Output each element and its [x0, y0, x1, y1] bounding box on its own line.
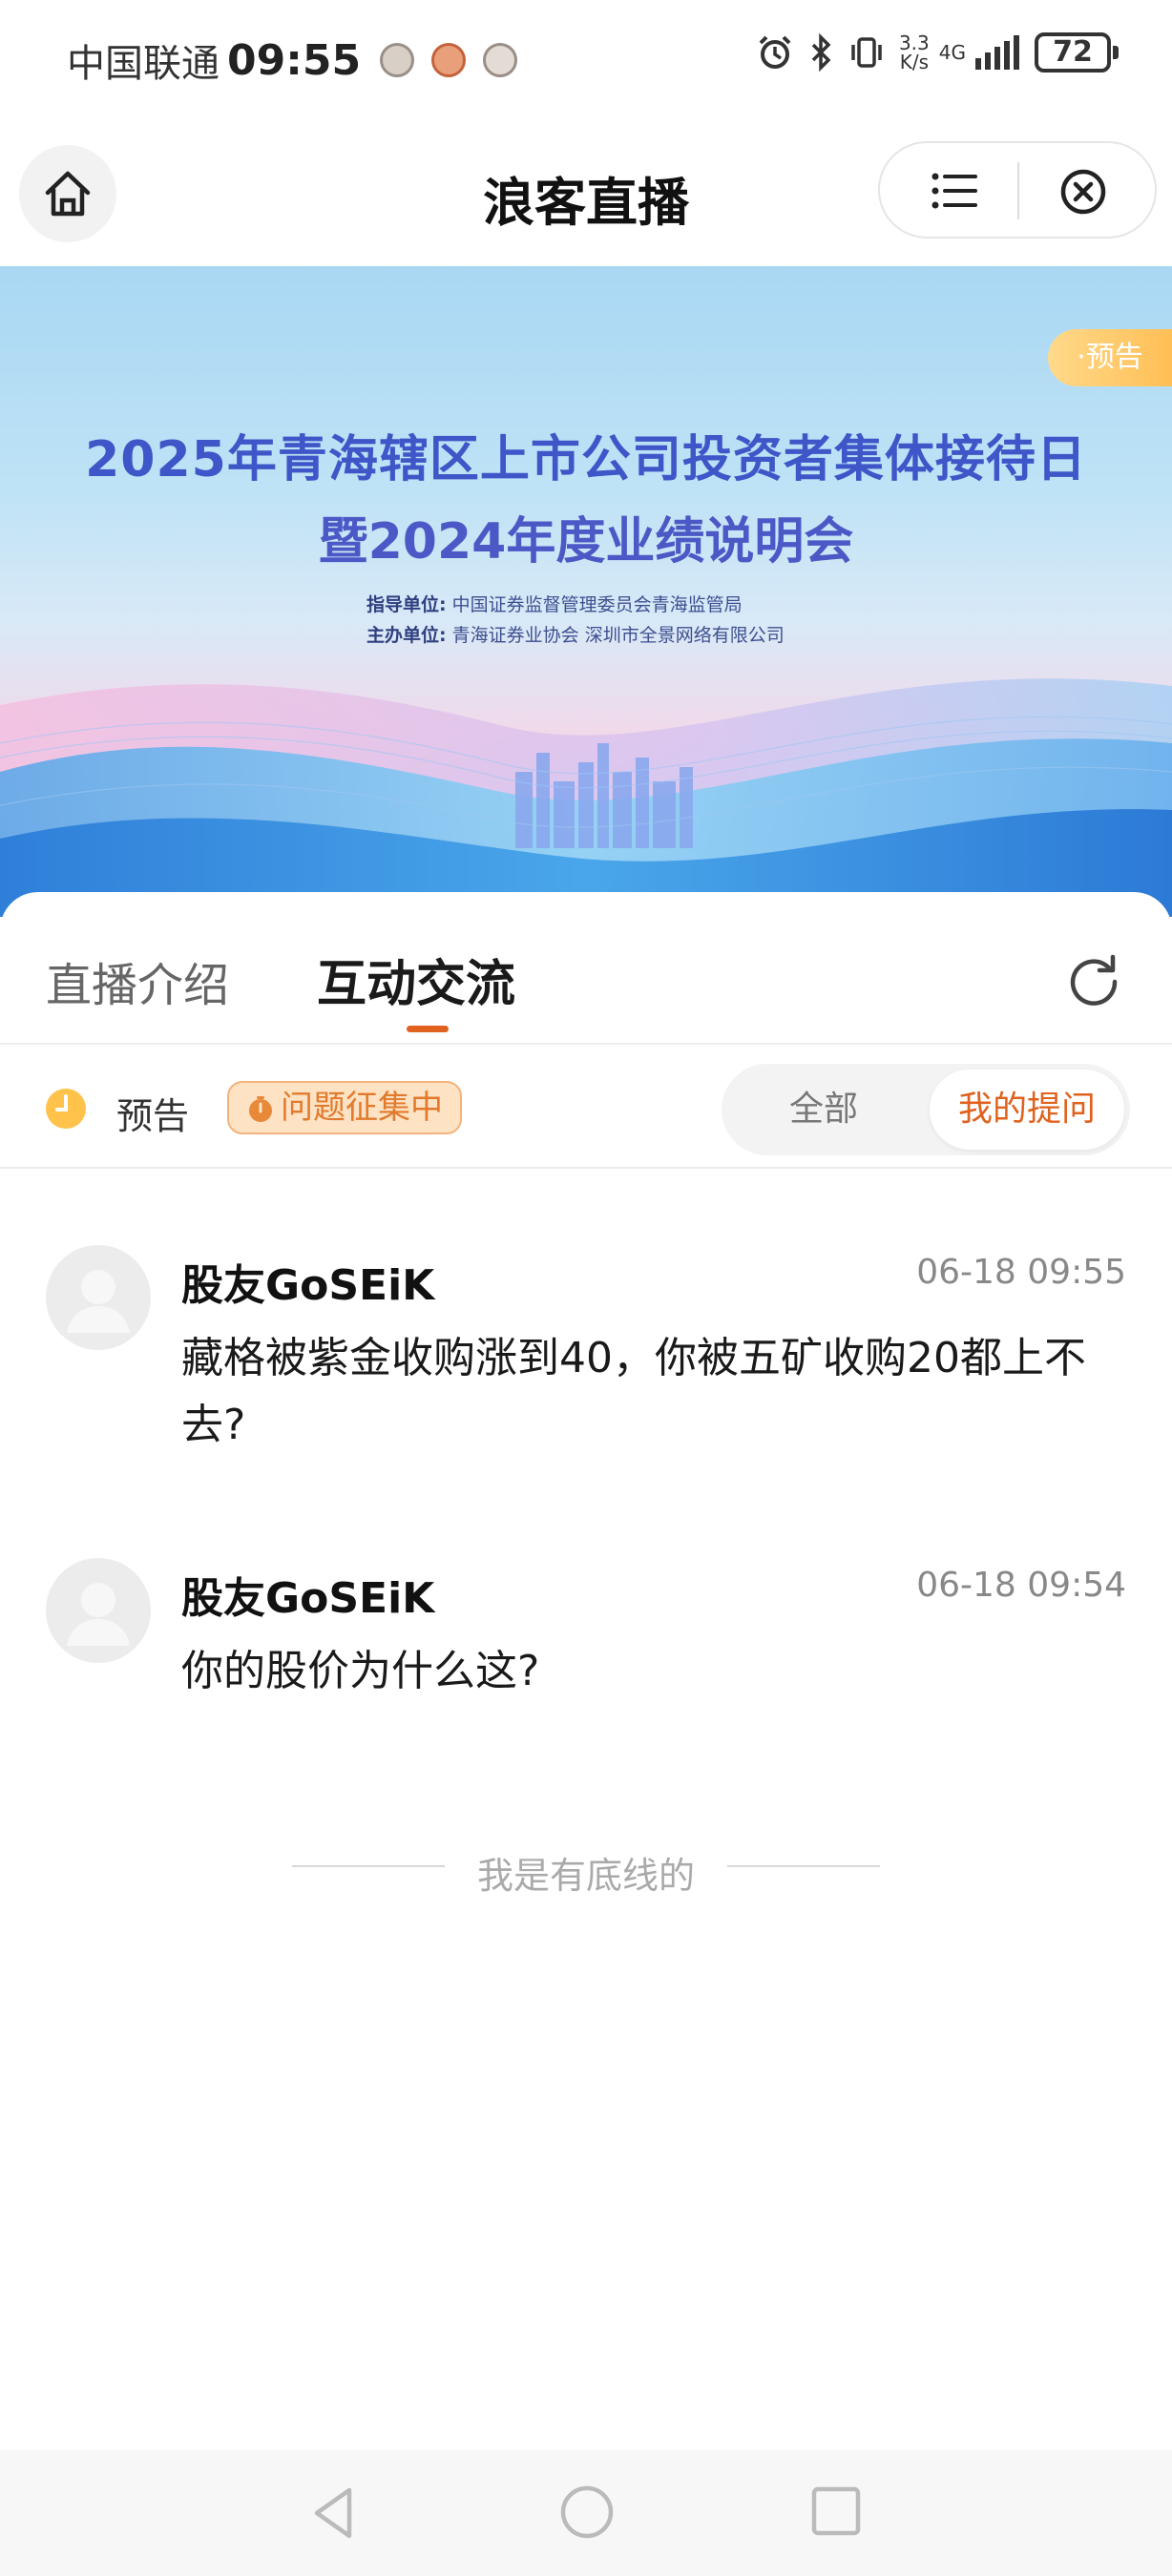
avatar[interactable]: [46, 1245, 151, 1350]
tab-intro[interactable]: 直播介绍: [46, 947, 229, 1014]
user-name[interactable]: 股友GoSEiK: [181, 1564, 434, 1625]
question-text: 藏格被紫金收购涨到40，你被五矿收购20都上不去?: [181, 1334, 1086, 1449]
banner-guide-unit: 指导单位: 中国证券监督管理委员会青海监管局: [366, 591, 743, 616]
bluetooth-icon: [811, 33, 831, 72]
menu-icon[interactable]: [931, 172, 979, 210]
banner-title: 2025年青海辖区上市公司投资者集体接待日: [85, 431, 1087, 488]
avatar-placeholder-icon: [67, 1583, 130, 1646]
clock-time: 09:55: [227, 35, 362, 85]
refrshicon refresh-icon[interactable]: [1065, 951, 1122, 1008]
banner-host-unit: 主办单位: 青海证券业协会 深圳市全景网络有限公司: [366, 621, 785, 647]
live-status-row: 预告 问题征集中 全部 我的提问: [0, 1045, 1172, 1167]
battery-level: 72: [1053, 35, 1093, 69]
question-collecting-label: 问题征集中: [281, 1089, 443, 1127]
user-name[interactable]: 股友GoSEiK: [181, 1251, 434, 1312]
status-bar-right: 3.3 K/s 4G 72: [743, 32, 1119, 73]
avatar[interactable]: [46, 1558, 151, 1663]
banner-waves-illustration: [0, 678, 1172, 917]
capsule-divider: [1017, 162, 1019, 219]
end-of-list-text: 我是有底线的: [476, 1855, 695, 1897]
vibrate-icon: [851, 37, 882, 68]
question-filter-toggle: 全部 我的提问: [722, 1064, 1130, 1155]
timer-icon: [249, 1096, 272, 1122]
banner-subtitle: 暨2024年度业绩说明会: [318, 513, 854, 571]
network-speed: 3.3 K/s: [899, 33, 930, 72]
system-navigation-bar: [0, 2450, 1172, 2576]
filter-all-button[interactable]: 全部: [722, 1064, 926, 1155]
question-timestamp: 06-18 09:54: [916, 1566, 1126, 1605]
battery-icon: 72: [1035, 32, 1119, 73]
tab-chat[interactable]: 互动交流: [317, 944, 515, 1015]
signal-icon: [972, 35, 1019, 70]
live-status-label: 预告: [116, 1095, 190, 1137]
home-nav-icon[interactable]: [559, 2484, 615, 2540]
navigation-bar: 浪客直播: [0, 118, 1172, 266]
status-bar: 中国联通 09:55 3.3 K/s 4G 72: [0, 0, 1172, 118]
screen: 中国联通 09:55 3.3 K/s 4G 72 浪客直播 ·预告 2025年青…: [0, 0, 1172, 2576]
question-collecting-badge: 问题征集中: [227, 1081, 462, 1134]
notification-app-icon: [431, 43, 467, 77]
banner-host-value: 青海证券业协会 深圳市全景网络有限公司: [451, 625, 785, 646]
recent-nav-icon[interactable]: [809, 2484, 863, 2538]
notification-app-icon: [483, 43, 518, 77]
end-line-right: [727, 1865, 880, 1867]
banner-guide-value: 中国证券监督管理委员会青海监管局: [451, 594, 743, 615]
status-divider: [0, 1167, 1172, 1169]
clock-icon: [46, 1089, 86, 1129]
question-text: 你的股价为什么这?: [181, 1647, 540, 1695]
question-timestamp: 06-18 09:55: [916, 1253, 1126, 1292]
filter-my-questions-button[interactable]: 我的提问: [930, 1070, 1124, 1150]
network-type: 4G: [938, 41, 966, 64]
end-of-list-indicator: 我是有底线的: [292, 1846, 880, 1897]
banner-guide-label: 指导单位:: [366, 594, 447, 615]
close-icon[interactable]: [1059, 168, 1107, 216]
live-banner[interactable]: ·预告 2025年青海辖区上市公司投资者集体接待日 暨2024年度业绩说明会 指…: [0, 266, 1172, 917]
carrier-label: 中国联通: [67, 42, 220, 86]
alarm-icon: [759, 35, 791, 69]
avatar-placeholder-icon: [67, 1270, 130, 1333]
preview-badge: ·预告: [1048, 329, 1172, 386]
network-speed-unit: K/s: [899, 51, 929, 73]
notification-app-icon: [380, 43, 415, 77]
network-speed-value: 3.3: [898, 31, 930, 54]
content-panel: 直播介绍 互动交流 预告 问题征集中 全部 我的提问 股友GoSEiK 06-1…: [0, 892, 1172, 2576]
mini-program-capsule: [878, 141, 1157, 239]
status-bar-left: 中国联通 09:55: [67, 32, 518, 88]
banner-host-label: 主办单位:: [366, 625, 447, 646]
active-tab-indicator: [407, 1026, 449, 1032]
back-nav-icon[interactable]: [307, 2484, 361, 2542]
